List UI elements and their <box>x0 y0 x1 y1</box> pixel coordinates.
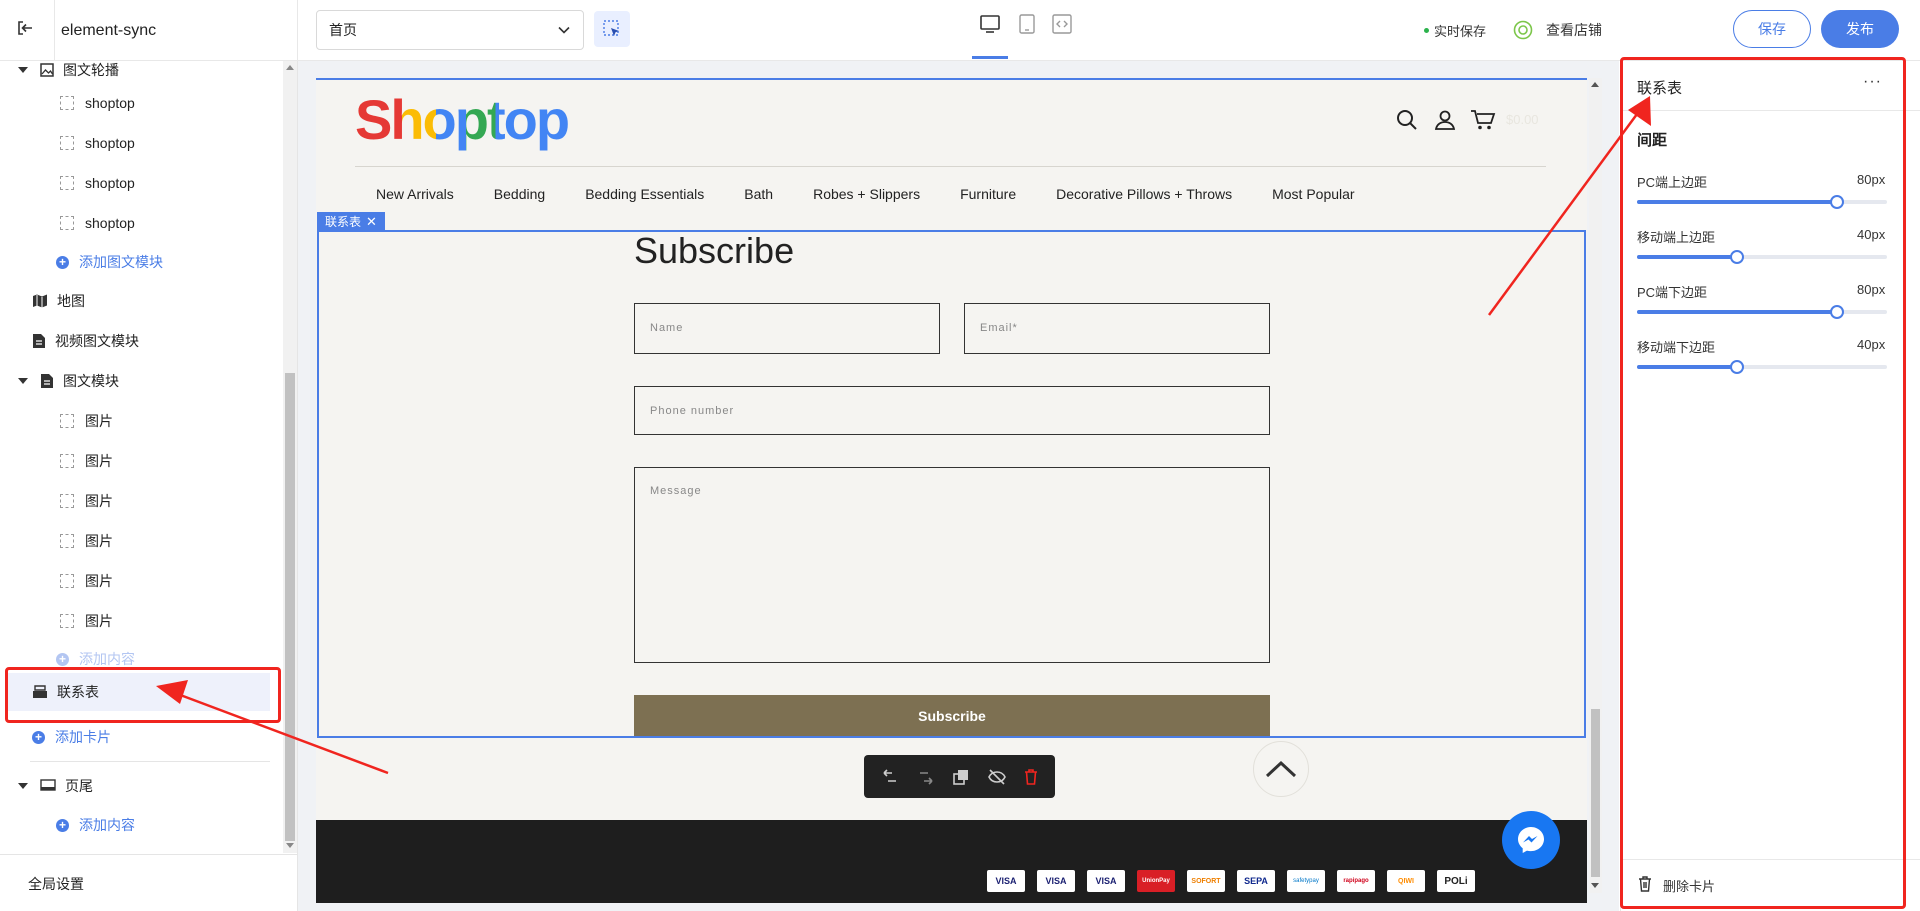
annotation-arrows <box>156 96 1651 775</box>
